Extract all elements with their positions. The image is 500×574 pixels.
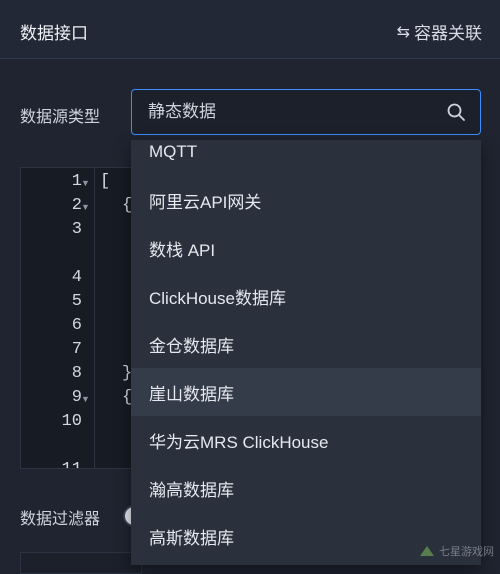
fold-arrow-icon[interactable]: ▼ [81,394,90,404]
container-link-label: 容器关联 [414,24,482,43]
line-number: 11 [42,460,82,468]
dropdown-option[interactable]: 瀚高数据库 [131,464,481,512]
line-number: 2 [71,196,82,215]
line-number: 6 [71,316,82,335]
container-link-button[interactable]: ⇆ 容器关联 [397,19,482,44]
filter-field[interactable] [20,552,142,574]
swap-arrows-icon: ⇆ [396,23,410,41]
source-type-select[interactable] [131,89,481,135]
fold-arrow-icon[interactable]: ▼ [81,202,90,212]
code-token: [ [100,172,111,191]
line-number: 7 [71,340,82,359]
code-editor[interactable]: 1 ▼ 2 ▼ 3 4 5 6 7 8 9 ▼ 10 11 [ { } { [20,167,137,469]
source-type-dropdown: MQTT 阿里云API网关 数栈 API ClickHouse数据库 金仓数据库… [131,140,481,565]
watermark-logo-icon [420,546,434,556]
dropdown-option[interactable]: MQTT [131,140,481,176]
dropdown-option[interactable]: 数栈 API [131,224,481,272]
dropdown-option-highlighted[interactable]: 崖山数据库 [131,368,481,416]
panel-title: 数据接口 [20,24,88,43]
line-number: 4 [71,268,82,287]
line-number: 10 [61,412,82,431]
line-number: 8 [71,364,82,383]
line-number: 1 [71,172,82,191]
data-filter-label: 数据过滤器 [20,511,101,528]
dropdown-option[interactable]: 阿里云API网关 [131,176,481,224]
source-type-label: 数据源类型 [20,109,101,126]
line-number: 9 [71,388,82,407]
source-type-search-input[interactable] [148,102,428,122]
line-number: 3 [71,220,82,239]
dropdown-option[interactable]: 华为云MRS ClickHouse [131,416,481,464]
dropdown-option[interactable]: ClickHouse数据库 [131,272,481,320]
line-number-gutter: 1 ▼ 2 ▼ 3 4 5 6 7 8 9 ▼ 10 11 [21,168,95,468]
watermark: 七星游戏网 [419,543,494,559]
dropdown-option[interactable]: 金仓数据库 [131,320,481,368]
watermark-text: 七星游戏网 [439,546,494,558]
line-number: 5 [71,292,82,311]
panel-header: 数据接口 ⇆ 容器关联 [0,0,500,59]
search-icon[interactable] [446,102,466,122]
fold-arrow-icon[interactable]: ▼ [81,178,90,188]
